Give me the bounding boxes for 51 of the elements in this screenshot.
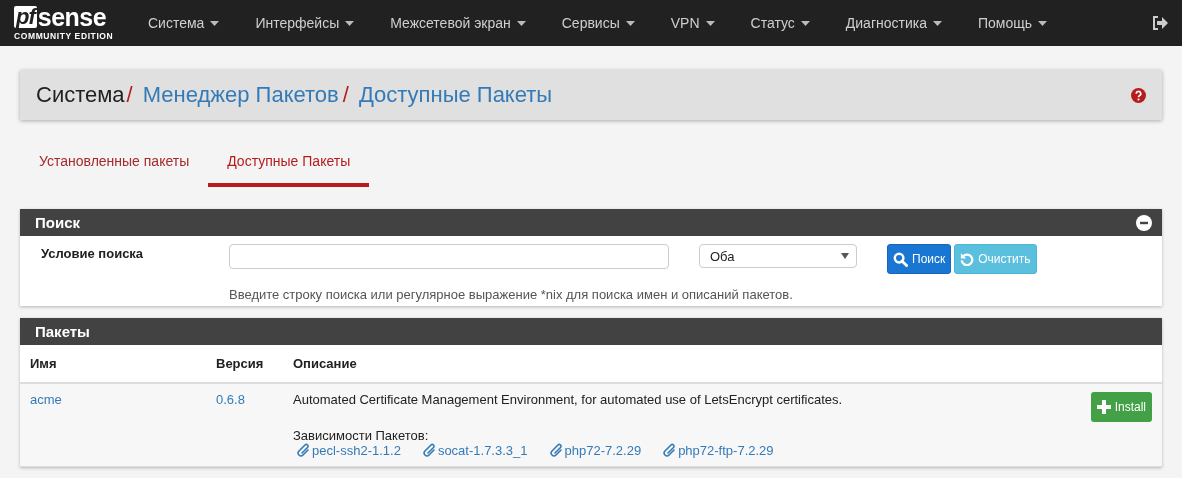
undo-icon [960, 252, 975, 266]
version-link[interactable]: 0.6.8 [216, 392, 245, 407]
help-text: Введите строку поиска или регулярное выражение *nix для поиска имен и описаний пакетов. [228, 286, 794, 302]
dependency-link[interactable]: pecl-ssh2-1.1.2 [297, 443, 401, 458]
panel-title: Пакеты [35, 323, 90, 340]
panel-title: Поиск [35, 214, 80, 231]
field-label: Условие поиска [40, 245, 145, 261]
menu-item[interactable]: VPN [652, 15, 733, 31]
caret-icon [625, 20, 635, 26]
menu-item[interactable]: Помощь [960, 15, 1066, 31]
caret-icon [841, 253, 849, 259]
search-icon [893, 251, 908, 267]
help-icon[interactable] [1131, 87, 1146, 103]
collapse-icon[interactable] [1136, 214, 1152, 231]
breadcrumb-separator: / [342, 82, 349, 108]
menu-item[interactable]: Межсетевой экран [372, 15, 544, 31]
paperclip-icon [422, 443, 436, 458]
caret-icon [210, 20, 220, 26]
caret-icon [1038, 20, 1048, 26]
package-description: Automated Certificate Management Environment, for automated use of LetsEncrypt certificates. [293, 392, 844, 407]
dependencies-label: Зависимости Пакетов: [293, 428, 430, 443]
caret-icon [705, 20, 715, 26]
paperclip-icon [549, 443, 563, 458]
menu-item[interactable]: Интерфейсы [237, 15, 373, 31]
breadcrumb-text: Система [36, 82, 125, 108]
scope-dropdown[interactable]: Оба [699, 244, 857, 268]
dependency-link[interactable]: socat-1.7.3.3_1 [422, 443, 528, 458]
caret-icon [345, 20, 355, 26]
caret-icon [800, 20, 810, 26]
menu-item[interactable]: Сервисы [543, 15, 653, 31]
breadcrumb-link[interactable]: Менеджер Пакетов [142, 82, 339, 108]
tab[interactable]: Доступные Пакеты [208, 142, 370, 187]
breadcrumb-separator: / [126, 82, 133, 108]
breadcrumb-link[interactable]: Доступные Пакеты [358, 82, 553, 108]
caret-icon [933, 20, 942, 26]
paperclip-icon [663, 443, 677, 458]
menu-item[interactable]: Система [148, 15, 238, 31]
dependency-link[interactable]: php72-ftp-7.2.29 [663, 443, 774, 458]
dependency-link[interactable]: php72-7.2.29 [549, 443, 642, 458]
search-button[interactable]: Поиск [887, 244, 952, 274]
install-button[interactable]: Install [1090, 392, 1152, 422]
paperclip-icon [297, 443, 310, 458]
package-link[interactable]: acme [30, 392, 62, 407]
logo[interactable]: pfsense COMMUNITY EDITION [14, 5, 126, 41]
logout-icon[interactable] [1152, 16, 1168, 30]
menu-item[interactable]: Статус [732, 15, 828, 31]
plus-icon [1096, 400, 1111, 414]
menu-item[interactable]: Диагностика [827, 15, 960, 31]
tab[interactable]: Установленные пакеты [20, 142, 209, 187]
search-field[interactable] [229, 244, 669, 269]
caret-icon [516, 20, 526, 26]
